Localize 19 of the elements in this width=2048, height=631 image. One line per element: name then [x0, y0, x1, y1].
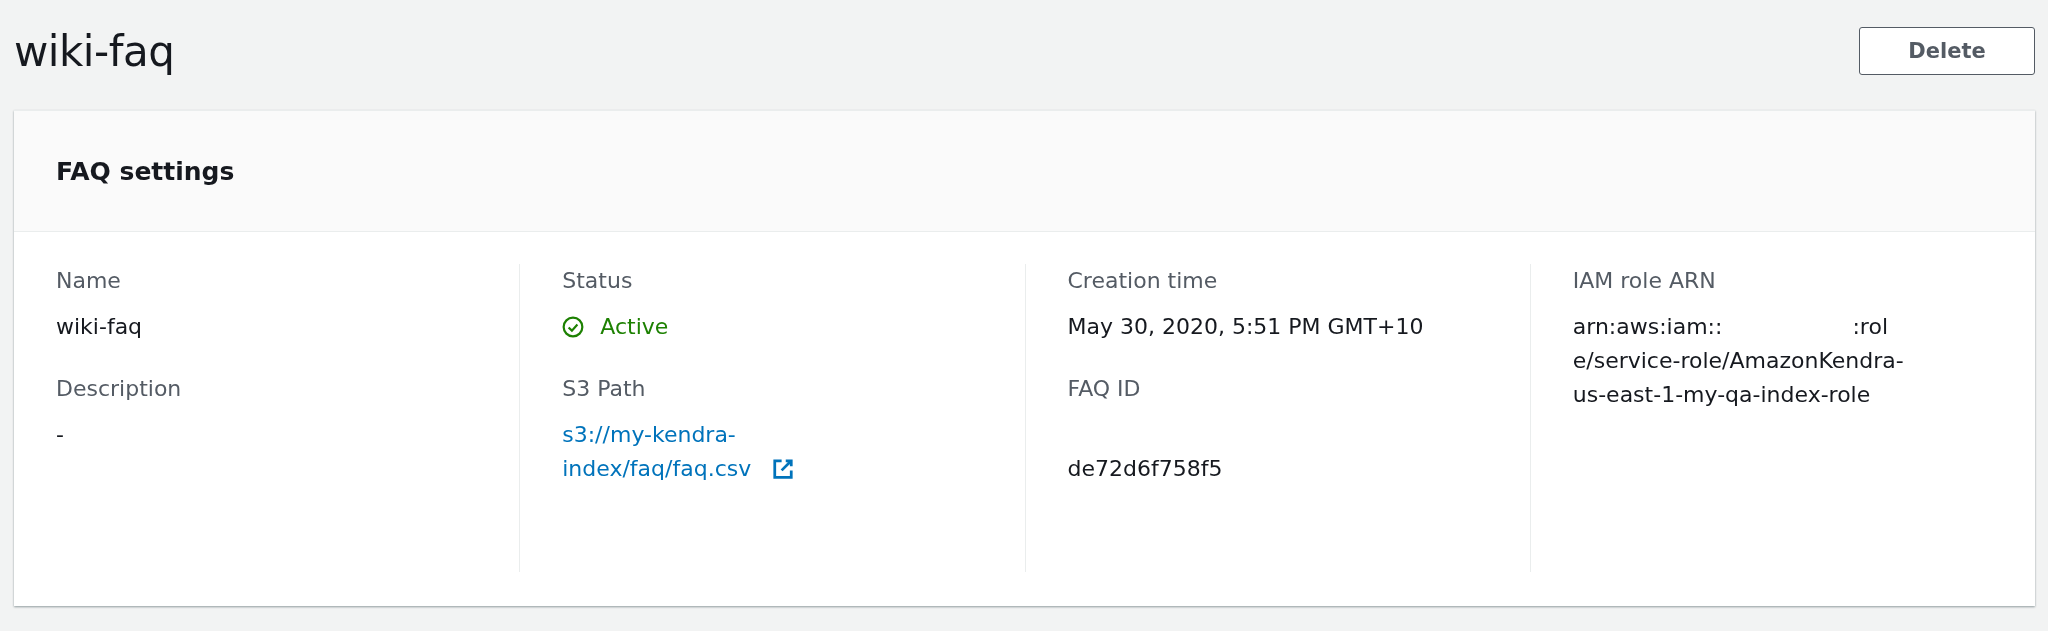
field-label: Status [562, 267, 634, 295]
field-value: May 30, 2020, 5:51 PM GMT+10 [1067, 313, 1425, 341]
field-value: wiki-faq [56, 313, 144, 341]
external-link-icon[interactable] [772, 458, 795, 480]
panel-title: FAQ settings [56, 156, 235, 186]
status-text: Active [600, 313, 669, 341]
field-label: IAM role ARN [1572, 267, 1717, 295]
field-label: Description [56, 375, 183, 403]
s3-path-link[interactable]: s3://my-kendra-index/faq/faq.csv [562, 418, 763, 486]
field-value: arn:aws:iam:: :role/service-role/AmazonKendra-us-east-1-my-qa-index-role [1572, 313, 1905, 409]
field-label: FAQ ID [1067, 375, 1142, 403]
check-circle-icon [562, 316, 585, 338]
field-value: de72d6f758f5 [1067, 455, 1224, 483]
field-label: Creation time [1067, 267, 1219, 295]
field-label: Name [56, 267, 122, 295]
field-value: - [56, 421, 65, 449]
field-label: S3 Path [562, 375, 647, 403]
page-title: wiki-faq [14, 26, 175, 76]
delete-button[interactable]: Delete [1859, 27, 2035, 75]
